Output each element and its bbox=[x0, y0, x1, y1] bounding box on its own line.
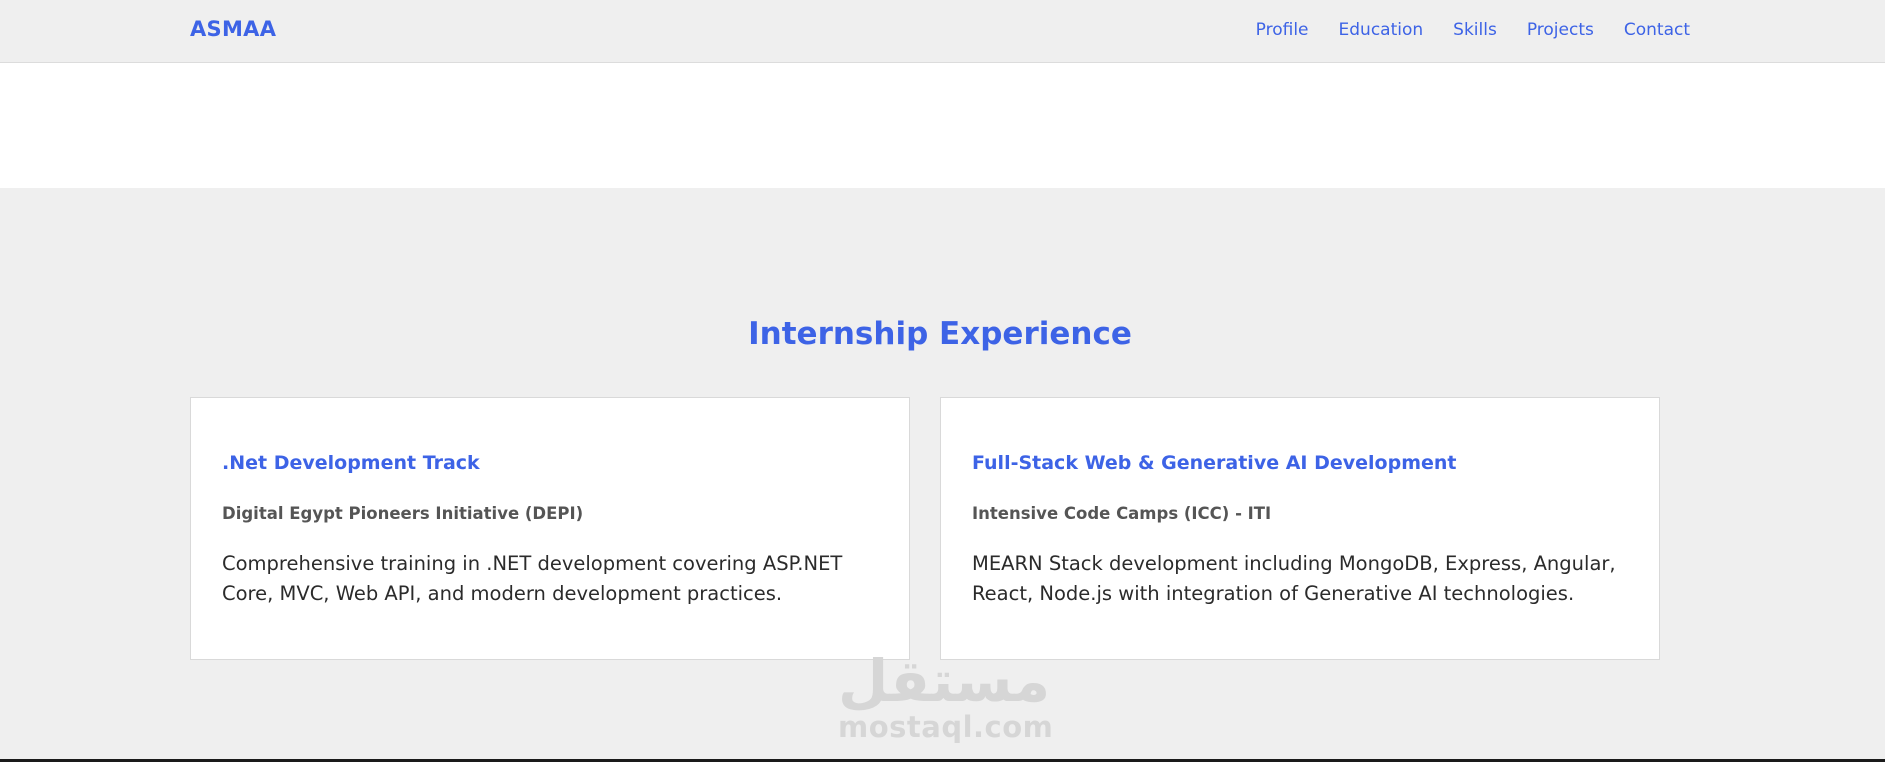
internship-card: Full-Stack Web & Generative AI Developme… bbox=[940, 397, 1660, 660]
nav-menu: Profile Education Skills Projects Contac… bbox=[1256, 20, 1690, 40]
nav-link-profile[interactable]: Profile bbox=[1256, 20, 1309, 40]
section-title: Internship Experience bbox=[748, 316, 1132, 352]
card-organization: Digital Egypt Pioneers Initiative (DEPI) bbox=[222, 504, 584, 523]
card-description: Comprehensive training in .NET developme… bbox=[222, 552, 843, 605]
card-organization: Intensive Code Camps (ICC) - ITI bbox=[972, 504, 1272, 523]
nav-link-skills[interactable]: Skills bbox=[1453, 20, 1497, 40]
mostaql-watermark: مستقل mostaql.com bbox=[838, 647, 1054, 750]
navbar: ASMAA Profile Education Skills Projects … bbox=[0, 0, 1885, 63]
page: ASMAA Profile Education Skills Projects … bbox=[0, 0, 1885, 762]
white-band bbox=[0, 63, 1885, 188]
nav-link-education[interactable]: Education bbox=[1339, 20, 1424, 40]
watermark-latin: mostaql.com bbox=[838, 710, 1054, 744]
brand-logo[interactable]: ASMAA bbox=[190, 17, 276, 41]
watermark-arabic: مستقل bbox=[838, 647, 1051, 715]
card-description: MEARN Stack development including MongoD… bbox=[972, 552, 1616, 605]
internship-card: .Net Development Track Digital Egypt Pio… bbox=[190, 397, 910, 660]
card-title: .Net Development Track bbox=[222, 452, 480, 474]
nav-link-projects[interactable]: Projects bbox=[1527, 20, 1594, 40]
card-title: Full-Stack Web & Generative AI Developme… bbox=[972, 452, 1457, 474]
nav-link-contact[interactable]: Contact bbox=[1624, 20, 1690, 40]
